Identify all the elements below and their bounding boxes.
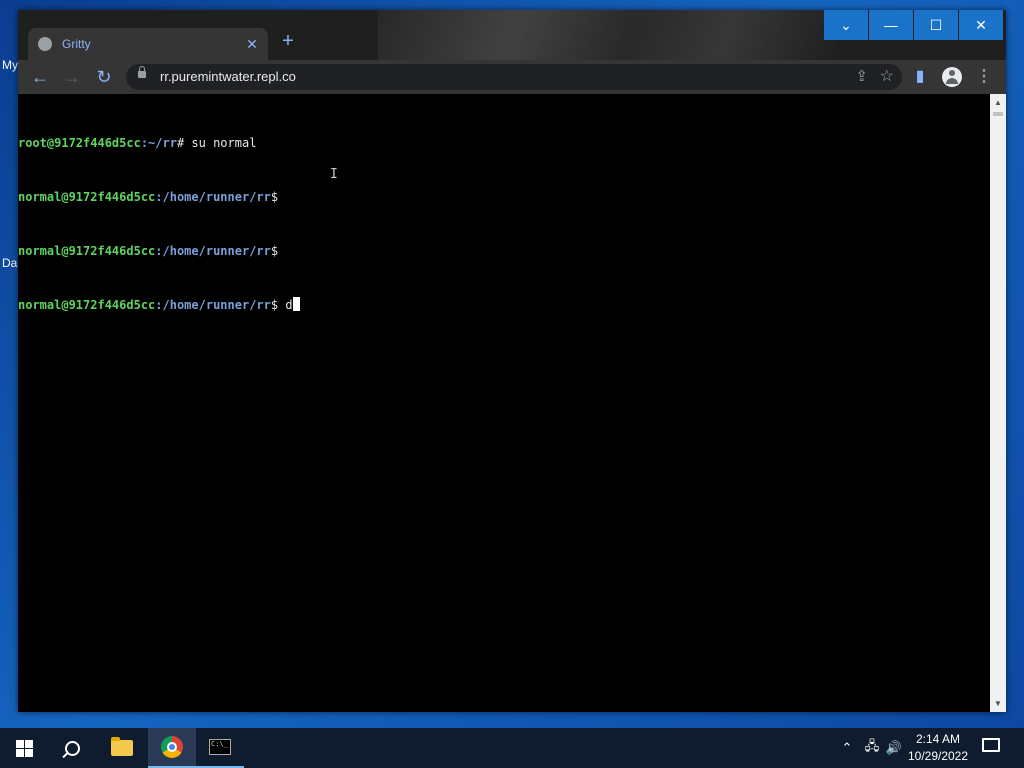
terminal-path: :/home/runner/rr [155, 190, 271, 204]
file-explorer-button[interactable] [98, 728, 146, 768]
terminal-line: normal@9172f446d5cc:/home/runner/rr$ [18, 242, 300, 260]
scrollbar[interactable]: ▲ ▼ [990, 94, 1006, 712]
terminal-prompt: $ [270, 190, 279, 204]
url-text[interactable]: rr.puremintwater.repl.co [160, 69, 296, 84]
terminal-command: su normal [184, 136, 257, 150]
search-button[interactable] [48, 728, 96, 768]
browser-window: Gritty ✕ + ⌄ — ☐ ✕ ← → ↻ rr.puremintwate… [18, 10, 1006, 712]
search-icon [64, 740, 80, 756]
new-tab-button[interactable]: + [276, 30, 300, 53]
network-icon[interactable]: 🖧 [862, 728, 882, 768]
terminal-icon: C:\_ [209, 739, 231, 755]
terminal-line: root@9172f446d5cc:~/rr# su normal [18, 134, 300, 152]
side-panel-icon[interactable]: ▮ [908, 65, 932, 89]
tab-search-dropdown-button[interactable]: ⌄ [824, 10, 868, 40]
tab-close-icon[interactable]: ✕ [242, 36, 262, 53]
profile-avatar-icon[interactable] [940, 65, 964, 89]
kebab-menu-icon[interactable]: ⋮ [972, 65, 996, 89]
terminal-command: d [278, 298, 293, 312]
browser-toolbar: ← → ↻ rr.puremintwater.repl.co ⇪ ☆ ▮ ⋮ [18, 60, 1006, 94]
system-clock[interactable]: 2:14 AM 10/29/2022 [906, 731, 970, 765]
terminal-path: :/home/runner/rr [155, 298, 271, 312]
chrome-icon [161, 736, 183, 758]
terminal-output[interactable]: root@9172f446d5cc:~/rr# su normal normal… [18, 98, 300, 350]
windows-logo-icon [15, 739, 33, 757]
show-hidden-icons-chevron-icon[interactable]: ⌃ [838, 728, 856, 768]
bookmark-star-icon[interactable]: ☆ [880, 66, 894, 86]
terminal-line: normal@9172f446d5cc:/home/runner/rr$ d [18, 296, 300, 314]
page-content[interactable]: root@9172f446d5cc:~/rr# su normal normal… [18, 94, 1006, 712]
share-icon[interactable]: ⇪ [855, 67, 868, 85]
scroll-up-icon[interactable]: ▲ [994, 98, 1002, 107]
clock-time: 2:14 AM [915, 732, 961, 746]
forward-arrow-icon[interactable]: → [60, 65, 84, 89]
theme-background [378, 10, 838, 60]
terminal-user: normal@9172f446d5cc [18, 244, 156, 258]
notifications-icon[interactable] [982, 738, 1000, 752]
clock-date: 10/29/2022 [907, 749, 969, 763]
scrollbar-thumb[interactable] [993, 112, 1003, 116]
chrome-taskbar-button[interactable] [148, 728, 196, 768]
globe-icon [38, 37, 52, 51]
command-prompt-taskbar-button[interactable]: C:\_ [196, 728, 244, 768]
terminal-line: normal@9172f446d5cc:/home/runner/rr$ [18, 188, 300, 206]
terminal-user: normal@9172f446d5cc [18, 190, 156, 204]
terminal-path: :~/rr [140, 136, 177, 150]
terminal-prompt: $ [270, 244, 279, 258]
maximize-button[interactable]: ☐ [914, 10, 958, 40]
desktop-label[interactable]: My [2, 58, 18, 72]
scroll-down-icon[interactable]: ▼ [994, 699, 1002, 708]
title-bar[interactable]: Gritty ✕ + ⌄ — ☐ ✕ [18, 10, 1006, 60]
tab-title: Gritty [62, 37, 91, 51]
minimize-button[interactable]: — [869, 10, 913, 40]
address-bar[interactable]: rr.puremintwater.repl.co ⇪ ☆ [126, 64, 902, 90]
tab-gritty[interactable]: Gritty ✕ [28, 28, 268, 60]
lock-icon[interactable] [138, 66, 146, 78]
reload-icon[interactable]: ↻ [92, 65, 116, 89]
terminal-cursor [292, 297, 300, 311]
terminal-user: root@9172f446d5cc [18, 136, 141, 150]
desktop-label[interactable]: Da [2, 256, 17, 270]
terminal-user: normal@9172f446d5cc [18, 298, 156, 312]
volume-icon[interactable]: 🔊 [884, 728, 904, 768]
close-window-button[interactable]: ✕ [959, 10, 1003, 40]
terminal-path: :/home/runner/rr [155, 244, 271, 258]
back-arrow-icon[interactable]: ← [28, 65, 52, 89]
taskbar: C:\_ ⌃ 🖧 🔊 2:14 AM 10/29/2022 [0, 728, 1024, 768]
text-cursor-icon: I [330, 167, 338, 182]
folder-icon [111, 737, 133, 756]
start-button[interactable] [0, 728, 48, 768]
